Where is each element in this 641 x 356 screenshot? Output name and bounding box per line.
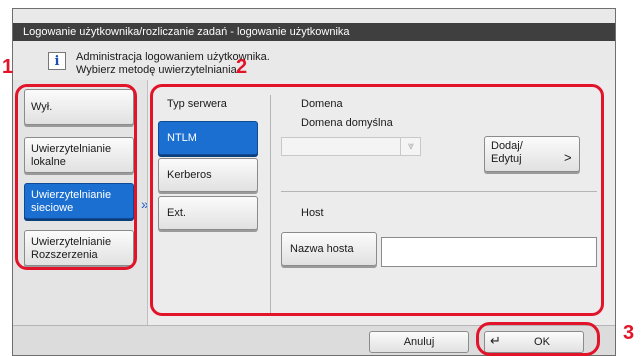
cancel-label: Anuluj bbox=[403, 336, 435, 348]
info-message-line-2: Wybierz metodę uwierzytelniania. bbox=[76, 64, 240, 76]
cancel-button[interactable]: Anuluj bbox=[369, 331, 469, 353]
callout-box-3 bbox=[476, 322, 600, 356]
callout-number-3: 3 bbox=[623, 322, 635, 344]
callout-number-1: 1 bbox=[2, 56, 14, 78]
callout-box-1 bbox=[15, 84, 137, 270]
callout-number-2: 2 bbox=[236, 56, 248, 78]
window-title: Logowanie użytkownika/rozliczanie zadań … bbox=[13, 23, 615, 41]
info-icon: i bbox=[48, 52, 66, 70]
callout-box-2 bbox=[150, 84, 604, 316]
